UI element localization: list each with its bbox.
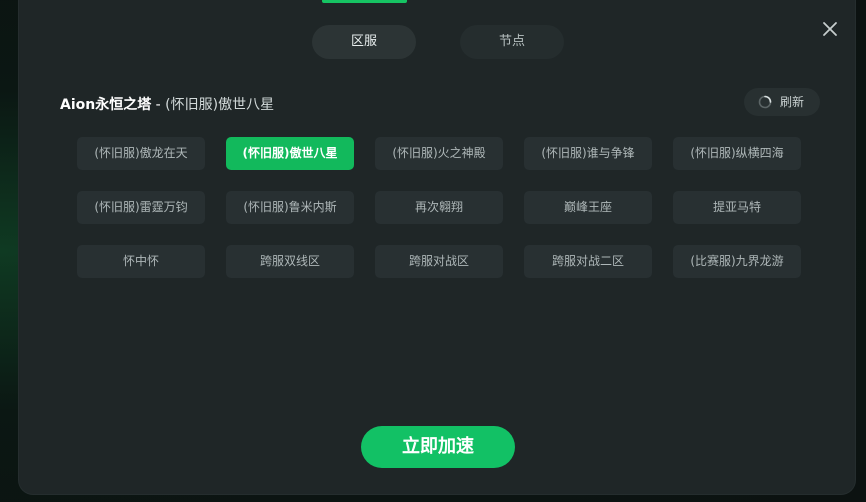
server-option[interactable]: 跨服对战区: [375, 245, 503, 278]
server-option[interactable]: (怀旧服)傲龙在天: [77, 137, 205, 170]
server-option[interactable]: (怀旧服)纵横四海: [673, 137, 801, 170]
tab-bar: 区服 节点: [312, 25, 564, 59]
server-option[interactable]: 再次翱翔: [375, 191, 503, 224]
server-option[interactable]: (怀旧服)火之神殿: [375, 137, 503, 170]
server-option-selected[interactable]: (怀旧服)傲世八星: [226, 137, 354, 170]
tab-node[interactable]: 节点: [460, 25, 564, 59]
refresh-button[interactable]: 刷新: [744, 88, 820, 116]
accelerate-button[interactable]: 立即加速: [361, 426, 515, 468]
title-separator: -: [151, 97, 166, 113]
game-name: Aion永恒之塔: [60, 97, 152, 113]
server-option[interactable]: 跨服对战二区: [524, 245, 652, 278]
current-server-name: (怀旧服)傲世八星: [165, 97, 275, 113]
server-option[interactable]: 跨服双线区: [226, 245, 354, 278]
server-option[interactable]: 巅峰王座: [524, 191, 652, 224]
server-option[interactable]: (怀旧服)谁与争锋: [524, 137, 652, 170]
close-icon: [823, 22, 837, 36]
server-option[interactable]: 怀中怀: [77, 245, 205, 278]
server-option[interactable]: (怀旧服)雷霆万钧: [77, 191, 205, 224]
refresh-spinner-icon: [758, 95, 772, 109]
server-select-dialog: 区服 节点 Aion永恒之塔 - (怀旧服)傲世八星 刷新 (怀旧服)傲龙在天 (…: [19, 0, 855, 494]
server-option[interactable]: (比赛服)九界龙游: [673, 245, 801, 278]
server-option[interactable]: (怀旧服)鲁米内斯: [226, 191, 354, 224]
server-option[interactable]: 提亚马特: [673, 191, 801, 224]
game-server-title: Aion永恒之塔 - (怀旧服)傲世八星: [60, 94, 274, 114]
tab-server[interactable]: 区服: [312, 25, 416, 59]
top-accent-bar: [322, 0, 407, 3]
close-button[interactable]: [819, 18, 841, 40]
refresh-label: 刷新: [780, 95, 805, 109]
